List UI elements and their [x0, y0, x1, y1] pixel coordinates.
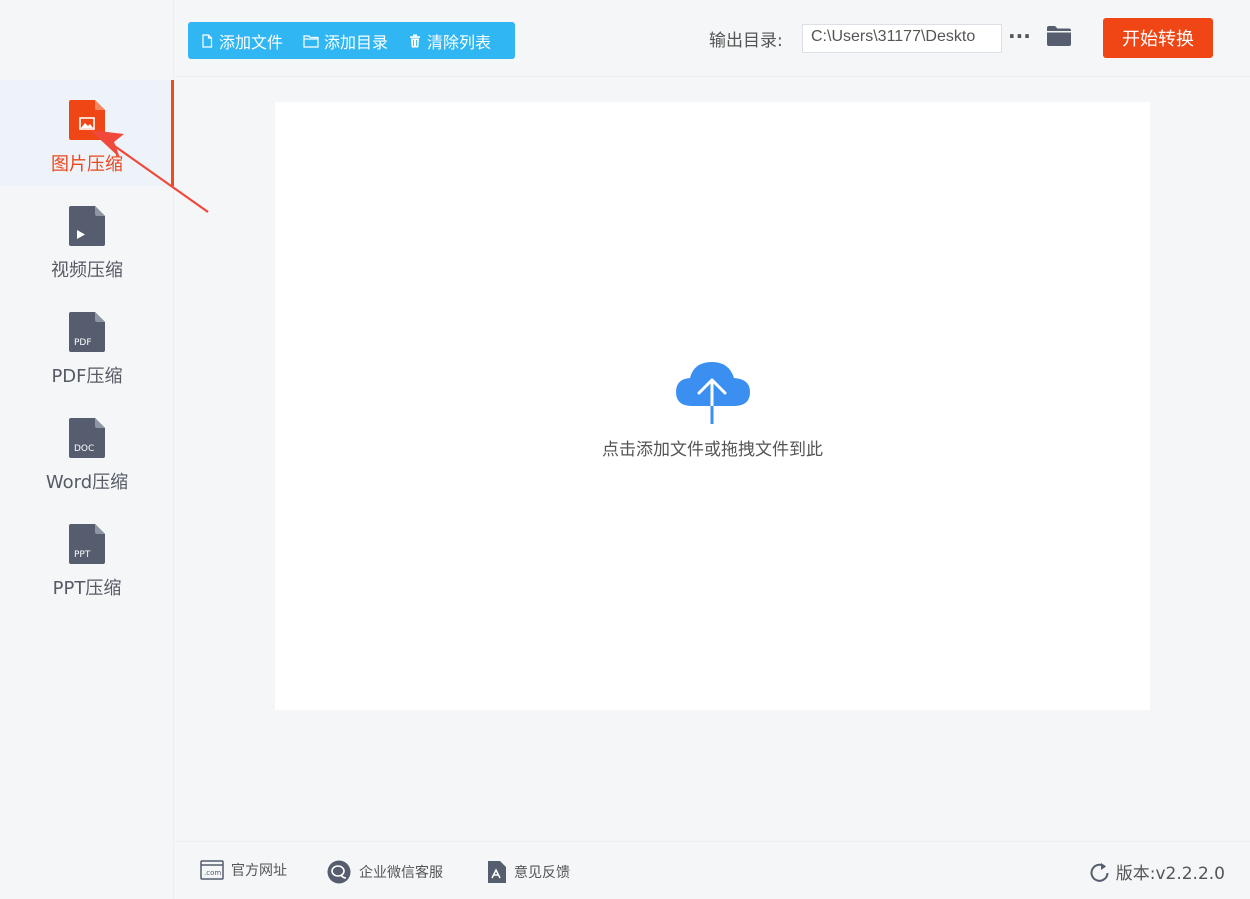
- clear-list-button[interactable]: 清除列表: [408, 29, 491, 53]
- add-file-label: 添加文件: [219, 32, 284, 52]
- add-file-button[interactable]: 添加文件: [200, 29, 283, 53]
- feedback-label: 意见反馈: [514, 865, 570, 881]
- folder-icon: [303, 34, 319, 48]
- doc-file-icon: DOC: [69, 418, 105, 458]
- official-website-link[interactable]: .com 官方网址: [200, 860, 287, 880]
- svg-text:DOC: DOC: [74, 444, 94, 454]
- sidebar-item-ppt-compress[interactable]: PPT PPT压缩: [0, 504, 174, 610]
- official-website-label: 官方网址: [231, 863, 287, 879]
- version-label: 版本:v2.2.2.0: [1115, 864, 1225, 884]
- sidebar-item-label: PDF压缩: [51, 366, 123, 387]
- sidebar-item-word-compress[interactable]: DOC Word压缩: [0, 398, 174, 504]
- svg-text:PDF: PDF: [74, 338, 92, 348]
- output-dir-label: 输出目录:: [709, 31, 783, 51]
- drop-hint-text: 点击添加文件或拖拽文件到此: [602, 440, 823, 460]
- add-folder-label: 添加目录: [324, 32, 389, 52]
- version-info[interactable]: 版本:v2.2.2.0: [1090, 859, 1225, 884]
- sidebar-item-label: 视频压缩: [51, 260, 123, 281]
- feedback-link[interactable]: 意见反馈: [487, 860, 570, 884]
- svg-text:.com: .com: [204, 869, 221, 877]
- sidebar-item-label: PPT压缩: [52, 578, 122, 599]
- cloud-upload-icon: [676, 362, 750, 424]
- file-icon: [202, 33, 213, 48]
- trash-icon: [410, 34, 421, 47]
- clear-list-label: 清除列表: [427, 32, 492, 52]
- output-path-field[interactable]: C:\Users\31177\Deskto: [802, 24, 1002, 53]
- sidebar-item-label: Word压缩: [45, 472, 129, 493]
- wechat-support-label: 企业微信客服: [359, 865, 443, 881]
- wechat-support-link[interactable]: 企业微信客服: [327, 860, 443, 884]
- annotation-arrow-icon: [90, 130, 209, 213]
- more-options-button[interactable]: ···: [1008, 24, 1031, 48]
- file-drop-area[interactable]: 点击添加文件或拖拽文件到此: [275, 102, 1150, 710]
- refresh-icon: [1090, 862, 1109, 882]
- ppt-file-icon: PPT: [69, 524, 105, 564]
- open-folder-icon[interactable]: [1046, 25, 1072, 47]
- add-folder-button[interactable]: 添加目录: [303, 29, 388, 53]
- top-toolbar: 添加文件 添加目录 清除列表 输出目录: C:\Users\31177\Desk…: [175, 0, 1250, 77]
- start-convert-button[interactable]: 开始转换: [1103, 18, 1213, 58]
- wechat-chat-icon: [327, 860, 351, 884]
- website-icon: .com: [200, 860, 224, 880]
- sidebar-item-pdf-compress[interactable]: PDF PDF压缩: [0, 292, 174, 398]
- file-action-group: 添加文件 添加目录 清除列表: [188, 22, 515, 59]
- footer: .com 官方网址 企业微信客服 意见反馈 版本:v2.2.2.0: [175, 841, 1250, 899]
- feedback-icon: [488, 861, 506, 883]
- svg-text:PPT: PPT: [74, 550, 91, 560]
- pdf-file-icon: PDF: [69, 312, 105, 352]
